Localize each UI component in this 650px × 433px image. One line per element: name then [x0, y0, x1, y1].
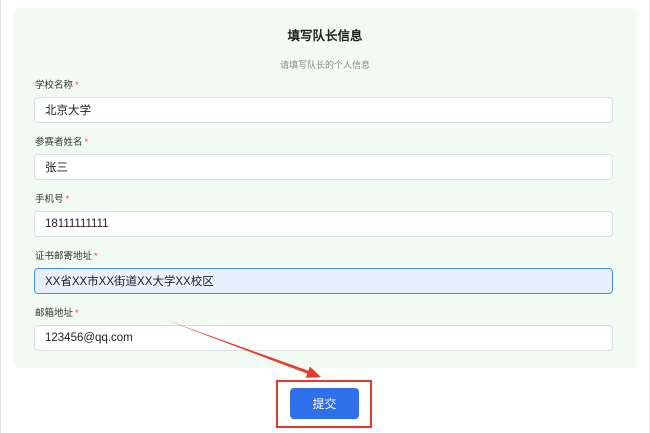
required-asterisk: *	[84, 137, 89, 148]
submit-button[interactable]: 提交	[290, 388, 359, 419]
field-label-text: 学校名称	[35, 80, 74, 91]
required-asterisk: *	[75, 308, 79, 319]
captain-info-form-card: 填写队长信息 请填写队长的个人信息 学校名称* 参赛者姓名* 手机号* 证书邮寄…	[13, 8, 637, 368]
field-label-text: 邮箱地址	[35, 308, 74, 319]
required-asterisk: *	[65, 194, 70, 205]
field-school-name: 学校名称 *	[34, 80, 613, 123]
participant-name-input[interactable]	[34, 154, 613, 180]
field-email: 邮箱地址 *	[34, 308, 613, 351]
form-title: 填写队长信息	[287, 29, 363, 43]
field-label: 学校名称 *	[34, 80, 613, 92]
school-name-input[interactable]	[34, 97, 613, 123]
field-phone: 手机号 *	[34, 194, 613, 237]
certificate-address-input[interactable]	[34, 268, 613, 294]
field-label: 参赛者姓名 *	[34, 137, 613, 149]
form-subtitle: 请填写队长的个人信息	[279, 60, 370, 70]
form-fields: 学校名称* 参赛者姓名* 手机号* 证书邮寄地址* 邮箱地址*	[34, 80, 613, 365]
field-label-text: 证书邮寄地址	[35, 251, 93, 262]
field-label: 手机号 *	[34, 194, 613, 206]
page: 填写队长信息 请填写队长的个人信息 学校名称* 参赛者姓名* 手机号* 证书邮寄…	[0, 0, 650, 433]
field-label-text: 参赛者姓名	[35, 137, 83, 148]
field-label: 证书邮寄地址 *	[34, 251, 613, 263]
field-label-text: 手机号	[35, 194, 64, 205]
phone-input[interactable]	[34, 211, 613, 237]
email-input[interactable]	[34, 325, 613, 351]
field-label: 邮箱地址 *	[34, 308, 613, 320]
required-asterisk: *	[94, 251, 98, 262]
field-certificate-address: 证书邮寄地址 *	[34, 251, 613, 294]
field-participant-name: 参赛者姓名 *	[34, 137, 613, 180]
required-asterisk: *	[75, 80, 79, 91]
